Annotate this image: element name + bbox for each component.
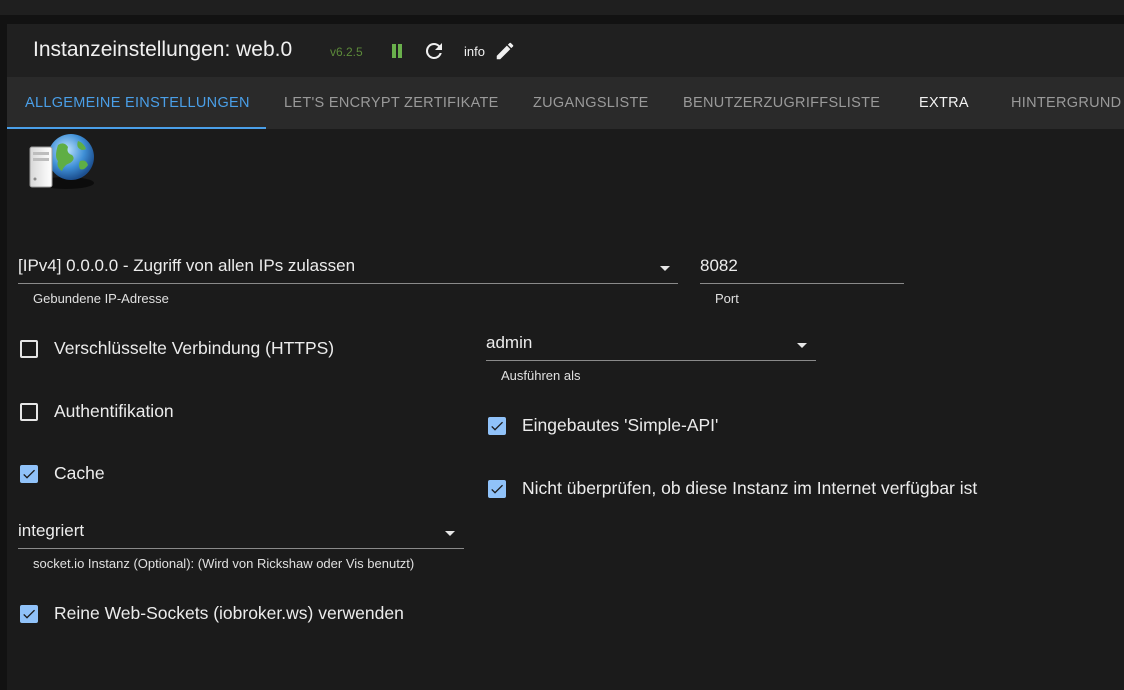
bind-ip-select[interactable]: [IPv4] 0.0.0.0 - Zugriff von allen IPs z… — [18, 256, 678, 284]
run-as-underline — [486, 360, 816, 361]
pure-websockets-label: Reine Web-Sockets (iobroker.ws) verwende… — [54, 603, 404, 623]
socketio-label: socket.io Instanz (Optional): (Wird von … — [33, 556, 415, 571]
port-underline — [700, 283, 904, 284]
bind-ip-underline — [18, 283, 678, 284]
cache-checkbox[interactable] — [20, 464, 38, 483]
cache-checkbox-row[interactable]: Cache — [20, 463, 105, 484]
socketio-select[interactable]: integriert — [18, 521, 464, 549]
pause-button[interactable] — [385, 39, 409, 63]
edit-log-level-button[interactable] — [493, 39, 517, 63]
version-label: v6.2.5 — [330, 45, 363, 59]
top-strip — [0, 0, 1124, 15]
simple-api-checkbox[interactable] — [488, 416, 506, 435]
tab-extra[interactable]: EXTRA — [919, 77, 969, 129]
no-internet-check-checkbox-row[interactable]: Nicht überprüfen, ob diese Instanz im In… — [488, 478, 977, 499]
no-internet-check-label: Nicht überprüfen, ob diese Instanz im In… — [522, 478, 978, 498]
https-checkbox-row[interactable]: Verschlüsselte Verbindung (HTTPS) — [20, 338, 334, 359]
auth-checkbox[interactable] — [20, 402, 38, 421]
https-label: Verschlüsselte Verbindung (HTTPS) — [54, 338, 335, 358]
checkmark-icon — [23, 609, 35, 619]
reload-button[interactable] — [422, 39, 446, 63]
https-checkbox[interactable] — [20, 339, 38, 358]
port-label: Port — [715, 291, 739, 306]
adapter-logo-icon — [22, 131, 96, 193]
pure-websockets-checkbox-row[interactable]: Reine Web-Sockets (iobroker.ws) verwende… — [20, 603, 404, 624]
active-tab-indicator — [7, 127, 266, 129]
socketio-value: integriert — [18, 521, 85, 540]
pure-websockets-checkbox[interactable] — [20, 604, 38, 623]
reload-icon — [425, 42, 442, 59]
socketio-underline — [18, 548, 464, 549]
tab-background[interactable]: HINTERGRUND — [1011, 77, 1121, 129]
checkmark-icon — [491, 421, 503, 431]
run-as-select[interactable]: admin — [486, 333, 816, 361]
tab-lets-encrypt[interactable]: LET'S ENCRYPT ZERTIFIKATE — [284, 77, 499, 129]
tab-user-access-list[interactable]: BENUTZERZUGRIFFSLISTE — [683, 77, 880, 129]
checkmark-icon — [23, 469, 35, 479]
cache-label: Cache — [54, 463, 105, 483]
port-value: 8082 — [700, 256, 738, 275]
chevron-down-icon — [660, 266, 670, 271]
tab-access-list[interactable]: ZUGANGSLISTE — [533, 77, 649, 129]
port-input[interactable]: 8082 — [700, 256, 904, 284]
pencil-icon — [496, 42, 514, 60]
chevron-down-icon — [445, 531, 455, 536]
dialog-header: Instanzeinstellungen: web.0 v6.2.5 info — [7, 24, 1124, 77]
simple-api-label: Eingebautes 'Simple-API' — [522, 415, 719, 435]
auth-label: Authentifikation — [54, 401, 174, 421]
bind-ip-label: Gebundene IP-Adresse — [33, 291, 169, 306]
log-level-label: info — [464, 44, 485, 59]
run-as-label: Ausführen als — [501, 368, 581, 383]
bind-ip-value: [IPv4] 0.0.0.0 - Zugriff von allen IPs z… — [18, 256, 356, 275]
no-internet-check-checkbox[interactable] — [488, 479, 506, 498]
run-as-value: admin — [486, 333, 533, 352]
checkmark-icon — [491, 484, 503, 494]
tab-bar: ALLGEMEINE EINSTELLUNGEN LET'S ENCRYPT Z… — [7, 77, 1124, 129]
chevron-down-icon — [797, 343, 807, 348]
auth-checkbox-row[interactable]: Authentifikation — [20, 401, 174, 422]
simple-api-checkbox-row[interactable]: Eingebautes 'Simple-API' — [488, 415, 718, 436]
tab-general-settings[interactable]: ALLGEMEINE EINSTELLUNGEN — [25, 77, 250, 129]
pause-icon — [392, 44, 402, 58]
page-title: Instanzeinstellungen: web.0 — [33, 38, 293, 61]
